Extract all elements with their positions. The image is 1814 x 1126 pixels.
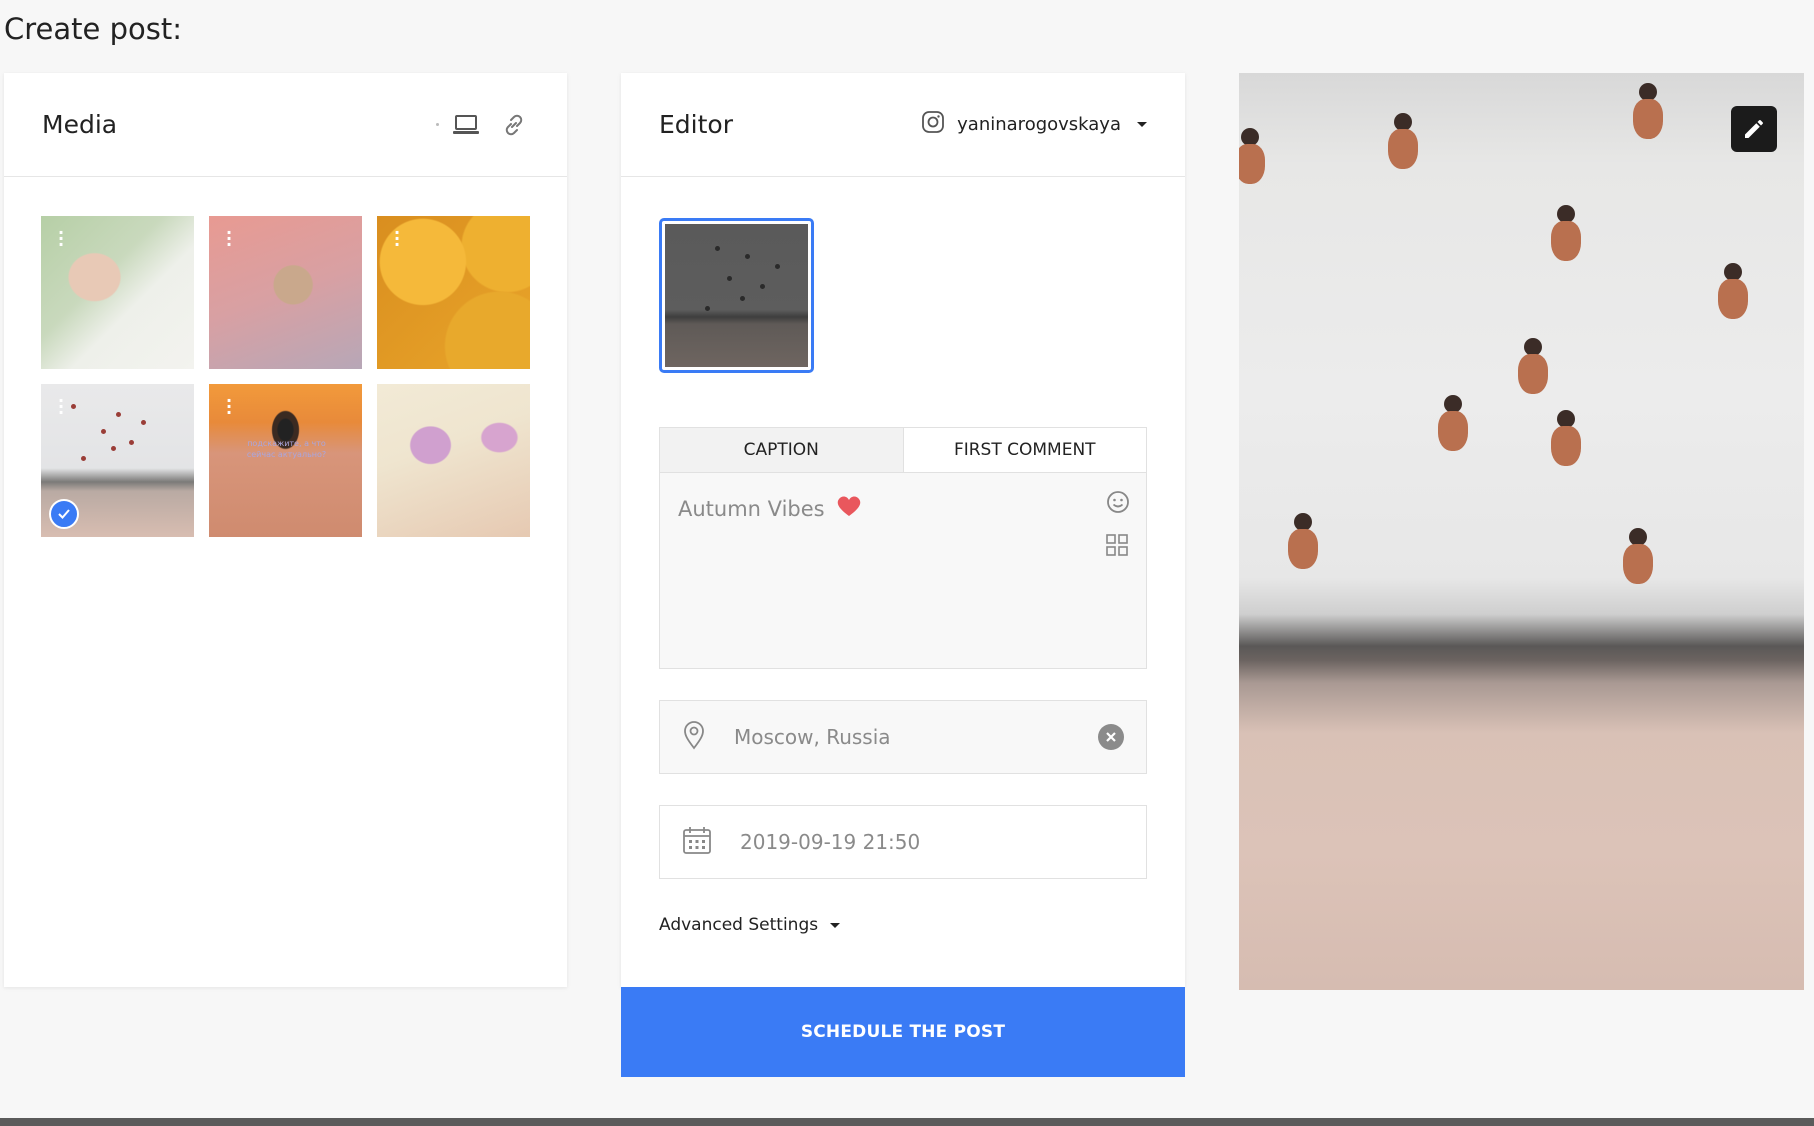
swimmer <box>1718 263 1748 319</box>
caption-text: Autumn Vibes <box>678 496 825 521</box>
more-options-icon[interactable]: · · · <box>226 393 232 421</box>
more-options-icon[interactable]: · · · <box>226 225 232 253</box>
editor-header: Editor yaninarogovskaya <box>621 73 1185 177</box>
laptop-icon[interactable] <box>451 110 481 140</box>
chevron-down-icon <box>830 922 841 928</box>
caption-textarea[interactable]: Autumn Vibes <box>678 494 863 523</box>
location-pin-icon <box>682 720 706 755</box>
media-thumbnail-selected[interactable]: · · · <box>41 384 194 537</box>
media-thumbnail[interactable]: · · · <box>41 216 194 369</box>
swimmer <box>1288 513 1318 569</box>
swimmer <box>1239 128 1265 184</box>
media-title: Media <box>42 110 118 139</box>
media-thumbnail[interactable]: · · · подскажите, а что сейчас актуально? <box>209 384 362 537</box>
swimmer <box>1551 410 1581 466</box>
clear-location-button[interactable] <box>1098 724 1124 750</box>
caption-tools <box>1106 490 1130 560</box>
schedule-date-value: 2019-09-19 21:50 <box>740 830 921 854</box>
editor-title: Editor <box>659 110 733 139</box>
selected-media-preview[interactable] <box>659 218 814 373</box>
schedule-date-field[interactable]: 2019-09-19 21:50 <box>659 805 1147 879</box>
account-name: yaninarogovskaya <box>957 114 1121 135</box>
more-options-icon[interactable]: · · · <box>58 393 64 421</box>
thumbnail-caption: подскажите, а что сейчас актуально? <box>246 439 327 459</box>
more-options-icon[interactable]: · · · <box>58 225 64 253</box>
heart-icon <box>835 494 863 523</box>
tab-caption[interactable]: CAPTION <box>660 428 904 472</box>
location-field[interactable]: Moscow, Russia <box>659 700 1147 774</box>
selected-media-image <box>665 224 808 367</box>
advanced-settings-label: Advanced Settings <box>659 915 819 935</box>
caption-tabs: CAPTION FIRST COMMENT <box>660 428 1146 473</box>
swimmer <box>1633 83 1663 139</box>
edit-image-button[interactable] <box>1731 106 1777 152</box>
media-source-icons <box>436 110 529 140</box>
more-options-icon[interactable]: · · · <box>394 225 400 253</box>
schedule-post-button[interactable]: SCHEDULE THE POST <box>621 987 1185 1077</box>
pencil-icon <box>1745 120 1763 138</box>
media-panel: Media · · · · · · · · · · · · · · · подс… <box>4 73 567 987</box>
media-thumbnail[interactable]: · · · <box>377 216 530 369</box>
media-thumbnail[interactable] <box>377 384 530 537</box>
caption-editor: CAPTION FIRST COMMENT Autumn Vibes <box>659 427 1147 669</box>
media-thumbnail-grid: · · · · · · · · · · · · · · · подскажите, а что се… <box>41 216 530 537</box>
link-icon[interactable] <box>499 110 529 140</box>
emoji-icon[interactable] <box>1106 490 1130 518</box>
swimmer <box>1438 395 1468 451</box>
page-title: Create post: <box>4 12 182 46</box>
account-selector[interactable]: yaninarogovskaya <box>921 110 1147 139</box>
tab-first-comment[interactable]: FIRST COMMENT <box>903 428 1146 472</box>
dot-icon <box>436 123 439 126</box>
swimmer <box>1388 113 1418 169</box>
swimmer <box>1518 338 1548 394</box>
instagram-icon <box>921 110 945 139</box>
media-header: Media <box>4 73 567 177</box>
window-bottom-edge <box>0 1118 1814 1126</box>
selected-check-icon <box>49 499 79 529</box>
calendar-icon <box>682 825 712 860</box>
swimmer <box>1623 528 1653 584</box>
swimmer <box>1551 205 1581 261</box>
media-thumbnail[interactable]: · · · <box>209 216 362 369</box>
location-value: Moscow, Russia <box>734 725 891 749</box>
advanced-settings-toggle[interactable]: Advanced Settings <box>659 915 841 935</box>
post-preview-image <box>1239 73 1804 990</box>
editor-panel: Editor yaninarogovskaya CAPTION FIRST CO… <box>621 73 1185 987</box>
chevron-down-icon <box>1137 122 1147 127</box>
grid-icon[interactable] <box>1106 534 1130 560</box>
